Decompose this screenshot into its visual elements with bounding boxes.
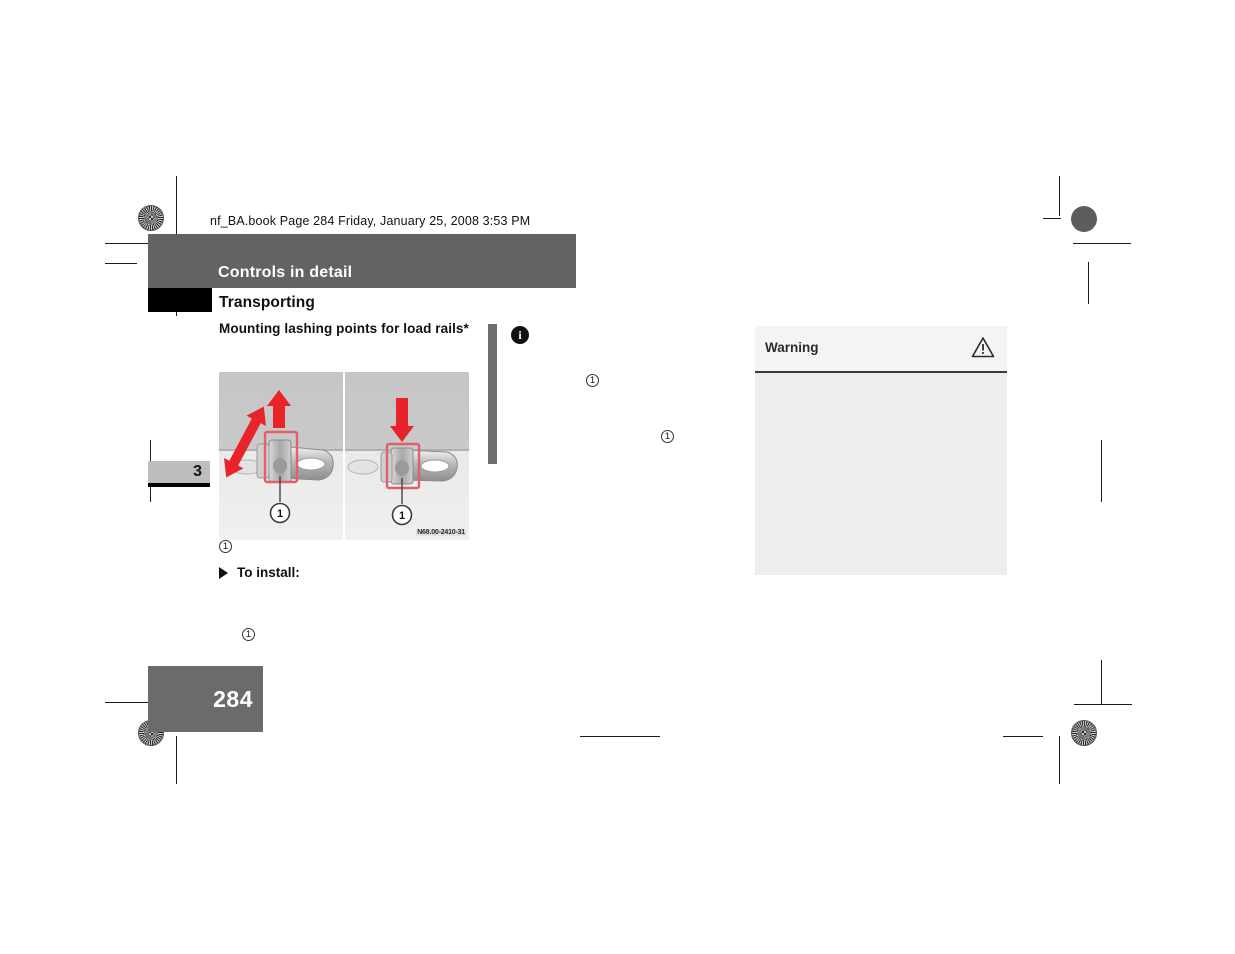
trim-line: [1101, 440, 1102, 502]
info-icon: i: [511, 326, 529, 344]
registration-solid-dot: [1071, 206, 1097, 232]
trim-line: [1073, 243, 1131, 244]
registration-star-dot: [1071, 720, 1097, 746]
chapter-banner-title: Controls in detail: [218, 264, 353, 281]
trim-line: [1043, 218, 1061, 219]
section-title: Transporting: [219, 294, 315, 311]
callout-number-icon: 1: [219, 540, 232, 553]
trim-line: [1088, 262, 1089, 304]
trim-line: [176, 736, 177, 784]
instruction-step: To install:: [219, 565, 300, 580]
triangle-bullet-icon: [219, 566, 228, 579]
callout-number-icon: 1: [586, 374, 599, 387]
chapter-thumb-index: 3: [148, 461, 210, 487]
warning-box: Warning: [755, 326, 1007, 575]
running-head: nf_BA.book Page 284 Friday, January 25, …: [210, 214, 531, 228]
trim-line: [1074, 704, 1132, 705]
registration-target: [603, 722, 633, 752]
registration-target: [1028, 722, 1058, 752]
trim-line: [1059, 736, 1060, 784]
callout-number-icon: 1: [242, 628, 255, 641]
notice-callout-marker-b: 1: [661, 426, 674, 444]
registration-target: [170, 204, 200, 234]
svg-text:1: 1: [399, 510, 405, 522]
registration-target: [1073, 672, 1103, 702]
manual-page: nf_BA.book Page 284 Friday, January 25, …: [0, 0, 1235, 954]
chapter-banner: Controls in detail: [148, 234, 576, 288]
warning-box-header: Warning: [755, 326, 1007, 373]
chapter-thumb-number: 3: [193, 463, 202, 480]
figure-legend-item: 1: [219, 540, 232, 553]
callout-number-icon: 1: [661, 430, 674, 443]
page-folio: 284: [148, 666, 263, 732]
registration-star-dot: [138, 205, 164, 231]
figure-lashing-points: 1 1 N68.00-2410-31: [219, 372, 469, 540]
content-subheading: Mounting lashing points for load rails*: [219, 321, 469, 336]
figure-panel-tilt-lift: 1: [219, 372, 343, 540]
lower-callout-marker: 1: [242, 624, 255, 642]
warning-title: Warning: [765, 340, 819, 355]
trim-line: [176, 176, 177, 216]
figure-panel-press-down: 1 N68.00-2410-31: [345, 372, 469, 540]
notice-accent-bar: [488, 324, 497, 464]
notice-callout-marker-a: 1: [586, 370, 599, 388]
trim-line: [1101, 660, 1102, 704]
warning-triangle-icon: [971, 337, 995, 358]
figure-code: N68.00-2410-31: [416, 529, 466, 536]
page-number: 284: [213, 686, 253, 712]
chapter-bleed-tab: [148, 288, 212, 312]
registration-target: [1073, 462, 1103, 492]
content-column-primary: Mounting lashing points for load rails*: [219, 320, 471, 338]
trim-line: [1059, 176, 1060, 216]
panel-artwork-left: 1: [224, 390, 334, 524]
trim-line: [580, 736, 660, 737]
trim-line: [1003, 736, 1043, 737]
instruction-step-label: To install:: [237, 565, 300, 580]
trim-line: [105, 263, 137, 264]
svg-text:1: 1: [277, 508, 283, 520]
panel-artwork-right: 1: [347, 398, 458, 526]
